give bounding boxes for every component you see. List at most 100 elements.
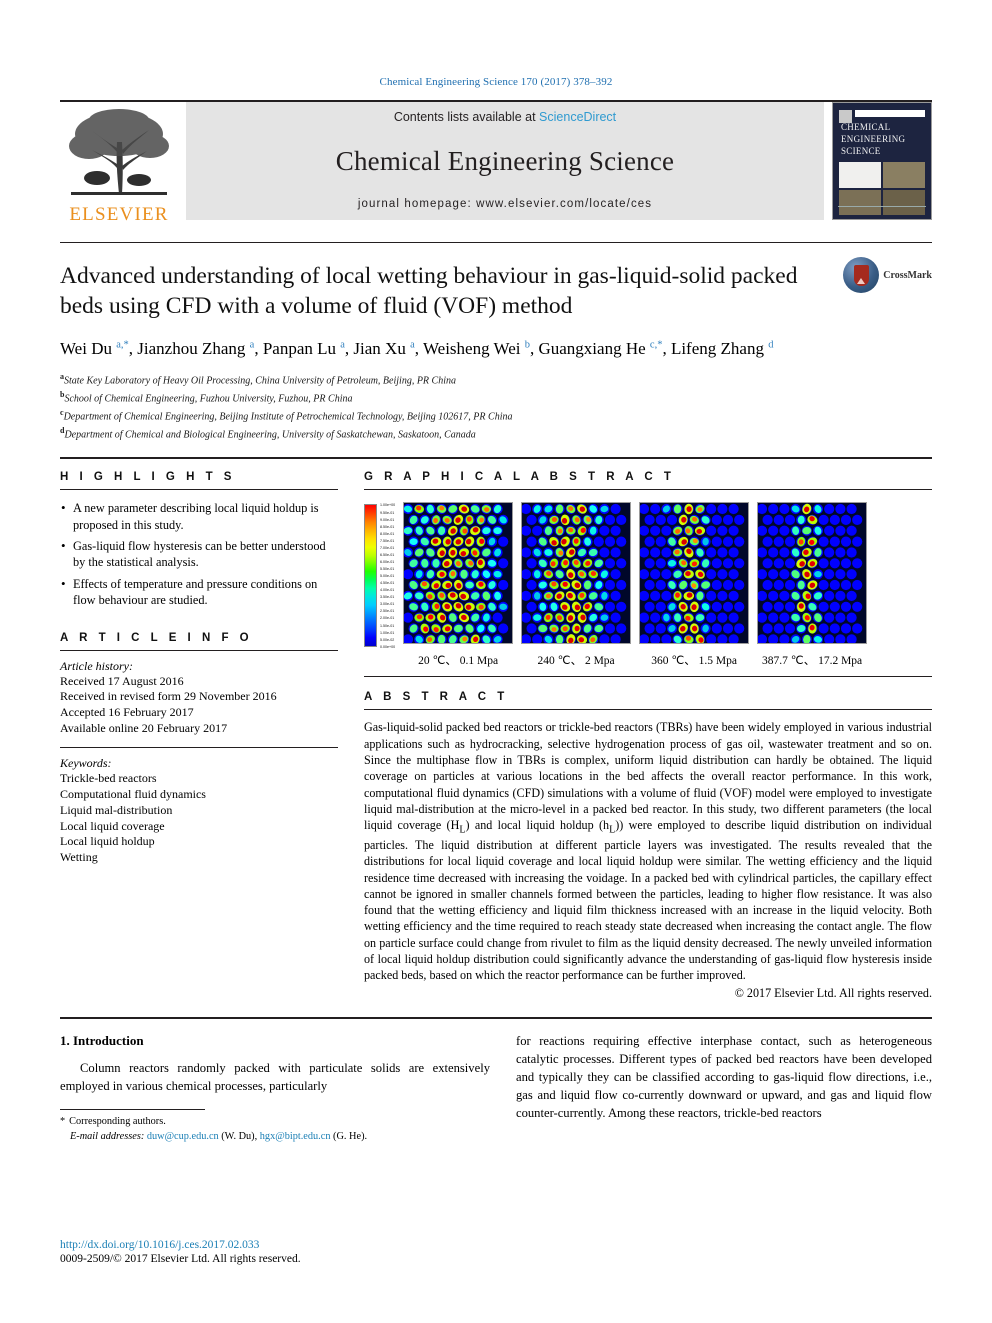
left-column: H I G H L I G H T S A new parameter desc… [60, 471, 338, 1001]
footnote-corresponding-text: Corresponding authors. [69, 1116, 166, 1128]
email-link-1[interactable]: duw@cup.edu.cn [147, 1131, 219, 1142]
page-footer: http://dx.doi.org/10.1016/j.ces.2017.02.… [60, 1239, 301, 1265]
author-separator: , [254, 339, 263, 359]
affiliation-b: bSchool of Chemical Engineering, Fuzhou … [60, 389, 932, 407]
journal-masthead: ELSEVIER Contents lists available at Sci… [60, 100, 932, 226]
highlights-list: A new parameter describing local liquid … [60, 499, 338, 609]
footnote-star: * [60, 1116, 66, 1128]
highlights-heading: H I G H L I G H T S [60, 471, 236, 484]
article-history-line: Received 17 August 2016 [60, 673, 184, 688]
author-marks-1: a,* [116, 339, 129, 351]
article-history-lines: Received 17 August 2016 Received in revis… [60, 674, 338, 737]
colorbar-tick-label: 6.00e-01 [380, 559, 395, 564]
page-title: Advanced understanding of local wetting … [60, 263, 798, 320]
crossmark-badge[interactable]: CrossMark [843, 257, 932, 293]
keyword-item: Trickle-bed reactors [60, 771, 157, 786]
affiliation-text-a: State Key Laboratory of Heavy Oil Proces… [64, 375, 456, 387]
author-separator: , [662, 339, 671, 359]
colorbar-tick-label: 1.00e+00 [380, 503, 396, 508]
footnote-email-label: E-mail addresses: [70, 1131, 145, 1143]
keywords-lines: Trickle-bed reactors Computational fluid … [60, 771, 338, 865]
abstract-copyright: © 2017 Elsevier Ltd. All rights reserved… [734, 986, 932, 1001]
email-link-2[interactable]: hgx@bipt.edu.cn [260, 1131, 331, 1142]
colorbar-tick-label: 6.50e-01 [380, 552, 395, 557]
journal-band: Contents lists available at ScienceDirec… [186, 102, 824, 220]
graphical-abstract-heading: G R A P H I C A L A B S T R A C T [364, 471, 675, 484]
colorbar-tick-label: 2.00e-01 [380, 616, 395, 621]
panel-caption: 387.7 ℃、 17.2 Mpa [762, 655, 863, 668]
abstract-text: Gas-liquid-solid packed bed reactors or … [364, 720, 933, 983]
article-history-line: Accepted 16 February 2017 [60, 704, 194, 719]
keyword-item: Wetting [60, 849, 98, 864]
graphical-abstract-panel-2: 240 ℃、 2 Mpa [521, 502, 632, 668]
highlight-item: A new parameter describing local liquid … [60, 499, 338, 533]
abstract-heading: A B S T R A C T [364, 691, 509, 704]
keyword-item: Local liquid holdup [60, 834, 155, 849]
colorbar-tick-label: 9.50e-01 [380, 510, 395, 515]
packed-bed-contour-image [403, 502, 514, 645]
introduction-left-column: 1. Introduction Column reactors randomly… [60, 1033, 490, 1145]
title-block: Advanced understanding of local wetting … [60, 243, 932, 443]
elsevier-logo: ELSEVIER [60, 102, 178, 226]
author-4: Jian Xu a [353, 339, 415, 359]
article-history-label: Article history: [60, 658, 133, 673]
introduction-right-column: for reactions requiring effective interp… [516, 1033, 932, 1145]
article-history-line: Available online 20 February 2017 [60, 720, 228, 735]
footnote-emails: E-mail addresses: duw@cup.edu.cn (W. Du)… [70, 1130, 490, 1145]
colorbar-tick-label: 7.00e-01 [380, 545, 395, 550]
affiliation-text-d: Department of Chemical and Biological En… [64, 429, 476, 441]
cover-topbar [855, 110, 925, 117]
panel-row: 20 ℃、 0.1 Mpa 240 ℃、 2 Mpa 360 ℃、 1.5 Mpa 3… [403, 502, 868, 668]
highlights-rule [60, 489, 338, 491]
colorbar-tick-label: 3.00e-01 [380, 602, 395, 607]
packed-bed-contour-image [757, 502, 868, 645]
author-list: Wei Du a,*, Jianzhou Zhang a, Panpan Lu … [60, 337, 932, 361]
graphical-abstract-panel-4: 387.7 ℃、 17.2 Mpa [757, 502, 868, 668]
crossmark-icon [843, 257, 880, 293]
cover-cell-text [839, 162, 881, 188]
graphical-abstract-panels: 1.00e+00 9.50e-01 9.00e-01 8.50e-01 8.00e-01… [364, 502, 932, 668]
paper-page: Chemical Engineering Science 170 (2017) … [0, 0, 992, 1323]
contents-available-line: Contents lists available at ScienceDirec… [394, 110, 616, 124]
colorbar-labels: 1.00e+00 9.50e-01 9.00e-01 8.50e-01 8.00e-01… [380, 504, 395, 649]
article-info-heading: A R T I C L E I N F O [60, 631, 253, 644]
keywords-rule [60, 747, 338, 749]
author-separator: , [414, 339, 423, 359]
colorbar-tick-label: 5.00e-01 [380, 574, 395, 579]
colorbar-tick-label: 4.00e-01 [380, 588, 395, 593]
colorbar-tick-label: 9.00e-01 [380, 517, 395, 522]
email-owner-1: (W. Du), [221, 1131, 258, 1143]
author-separator: , [128, 339, 138, 359]
colorbar-tick-label: 8.50e-01 [380, 524, 395, 529]
colorbar-tick-label: 0.00e+00 [380, 644, 396, 649]
doi-link[interactable]: http://dx.doi.org/10.1016/j.ces.2017.02.… [60, 1239, 301, 1251]
affiliation-list: aState Key Laboratory of Heavy Oil Proce… [60, 371, 932, 444]
colorbar-tick-label: 8.00e-01 [380, 531, 395, 536]
author-5: Weisheng Wei b [422, 339, 530, 359]
cover-footer-bar [838, 206, 926, 215]
packed-bed-contour-image [639, 502, 750, 645]
sciencedirect-link[interactable]: ScienceDirect [539, 110, 616, 124]
colorbar-tick-label: 1.00e-01 [380, 630, 395, 635]
author-marks-6: c,* [649, 339, 663, 351]
highlight-item: Effects of temperature and pressure cond… [60, 575, 338, 609]
affiliation-d: dDepartment of Chemical and Biological E… [60, 425, 932, 443]
abstract-rule [364, 709, 932, 711]
author-marks-7: d [768, 339, 774, 351]
right-column: G R A P H I C A L A B S T R A C T 1.00e+… [364, 471, 932, 1001]
issn-copyright: 0009-2509/© 2017 Elsevier Ltd. All right… [60, 1253, 301, 1265]
keyword-item: Liquid mal-distribution [60, 802, 173, 817]
journal-homepage[interactable]: journal homepage: www.elsevier.com/locat… [358, 198, 652, 210]
introduction-paragraph-left: Column reactors randomly packed with par… [60, 1061, 490, 1094]
article-info-rule [60, 649, 338, 651]
affiliation-text-c: Department of Chemical Engineering, Beij… [63, 411, 513, 423]
author-3: Panpan Lu a [262, 339, 345, 359]
email-owner-2: (G. He). [333, 1131, 368, 1143]
panel-caption: 360 ℃、 1.5 Mpa [651, 655, 737, 668]
graphical-abstract-panel-3: 360 ℃、 1.5 Mpa [639, 502, 750, 668]
colorbar-group: 1.00e+00 9.50e-01 9.00e-01 8.50e-01 8.00e-01… [364, 502, 395, 649]
introduction-columns: 1. Introduction Column reactors randomly… [60, 1019, 932, 1145]
graphical-abstract-rule [364, 489, 932, 491]
colorbar-tick-label: 2.50e-01 [380, 609, 395, 614]
introduction-paragraph-right: for reactions requiring effective interp… [516, 1034, 932, 1120]
